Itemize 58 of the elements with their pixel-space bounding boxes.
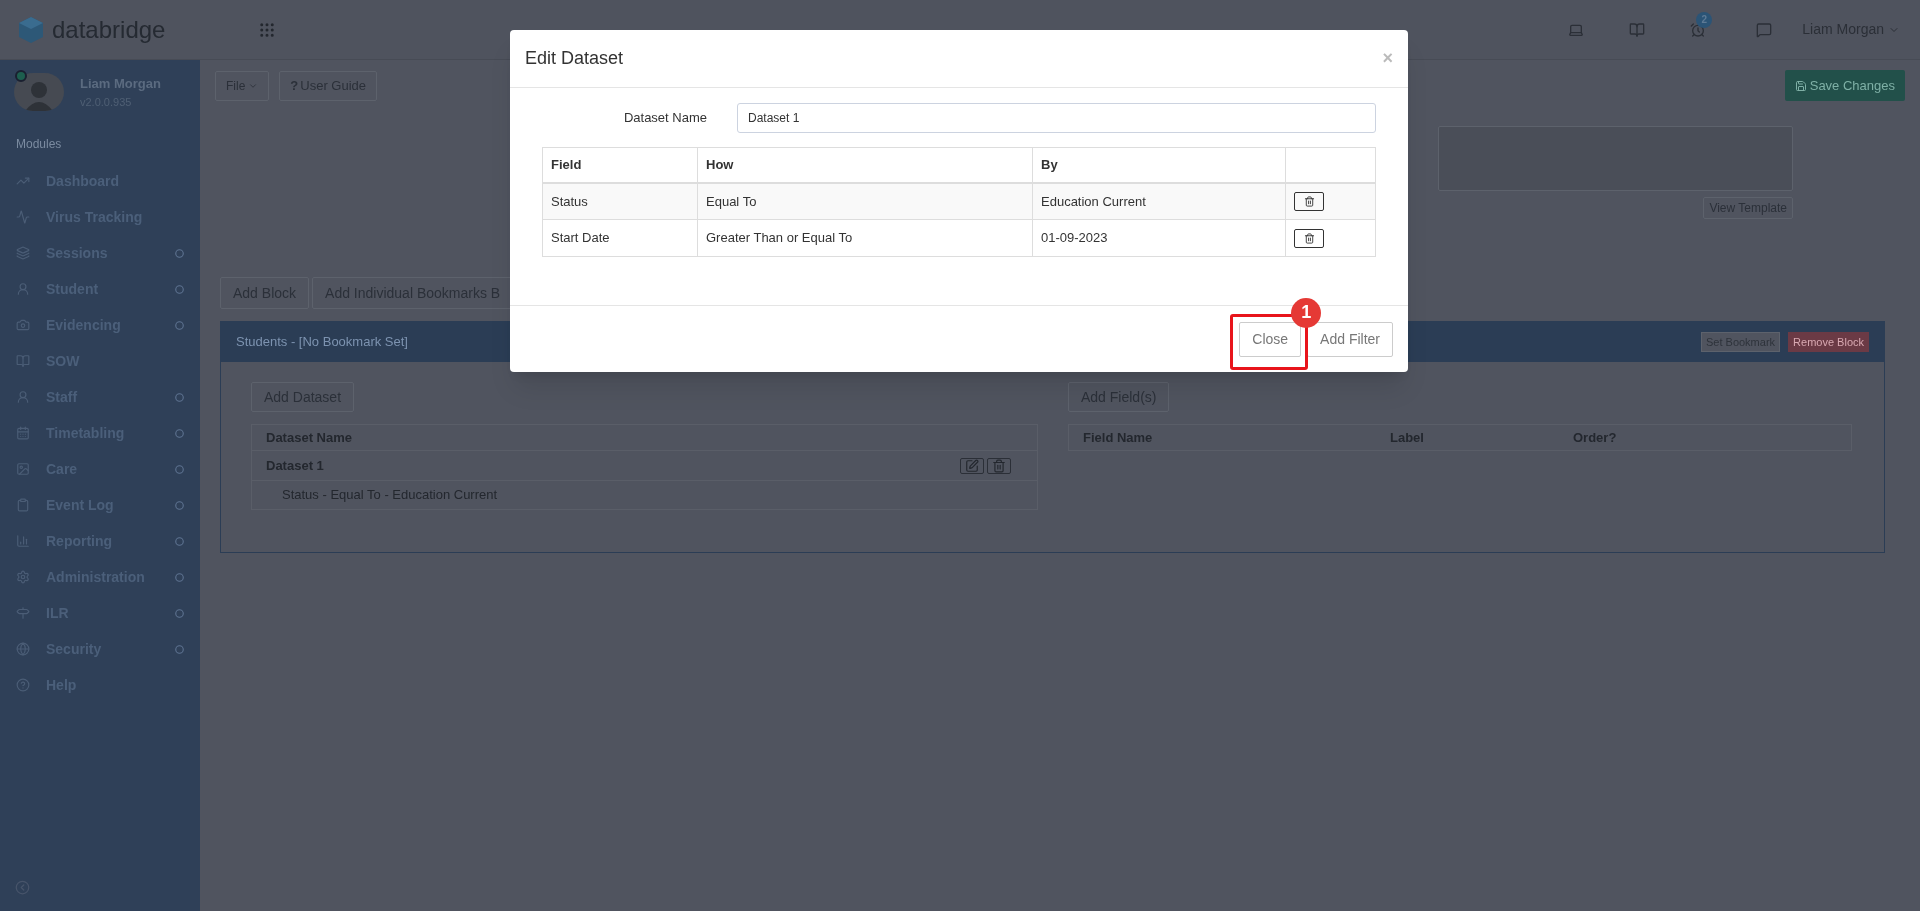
help-icon: [16, 678, 30, 692]
expand-indicator-icon: [175, 284, 184, 294]
apps-grid-icon[interactable]: [258, 20, 276, 39]
table-cell: Education Current: [1032, 182, 1286, 220]
edit-icon[interactable]: [960, 457, 984, 474]
panel-title: Students - [No Bookmark Set]: [236, 333, 408, 352]
trash-icon: [1303, 232, 1315, 244]
cube-logo-icon: [18, 15, 44, 44]
table-cell: 01-09-2023: [1032, 219, 1286, 257]
book-icon: [16, 354, 30, 368]
globe-icon: [16, 642, 30, 656]
trash-icon: [1303, 195, 1315, 207]
remove-block-button[interactable]: Remove Block: [1788, 332, 1869, 352]
table-cell: Equal To: [697, 182, 1033, 220]
expand-indicator-icon: [175, 320, 184, 330]
section-label: Modules: [15, 136, 63, 153]
expand-indicator-icon: [175, 608, 184, 618]
image-icon: [16, 462, 30, 476]
expand-indicator-icon: [175, 500, 184, 510]
expand-indicator-icon: [175, 248, 184, 258]
delete-filter-button[interactable]: [1294, 228, 1324, 248]
column-header: Field: [542, 147, 698, 183]
person-icon: [16, 390, 30, 404]
bar-chart-icon: [16, 534, 30, 548]
expand-indicator-icon: [175, 536, 184, 546]
expand-indicator-icon: [175, 644, 184, 654]
step-badge: 1: [1291, 297, 1322, 328]
table-cell: Greater Than or Equal To: [697, 219, 1033, 257]
chat-icon[interactable]: [1756, 21, 1773, 38]
calendar-icon: [16, 426, 30, 440]
collapse-sidebar-icon[interactable]: [15, 880, 30, 895]
dataset-name-input[interactable]: Dataset 1: [737, 103, 1376, 133]
table-cell: Status: [542, 182, 698, 220]
alarm-icon[interactable]: [1690, 21, 1707, 38]
close-button[interactable]: ×: [1382, 45, 1393, 72]
close-dialog-button[interactable]: Close: [1239, 321, 1302, 357]
book-icon[interactable]: [1629, 21, 1646, 38]
delete-icon[interactable]: [987, 457, 1011, 474]
table-cell: Start Date: [542, 219, 698, 257]
expand-indicator-icon: [175, 428, 184, 438]
expand-indicator-icon: [175, 392, 184, 402]
layers-icon: [16, 246, 30, 260]
dialog-title: Edit Dataset: [525, 47, 625, 70]
save-changes-button[interactable]: Save Changes: [1784, 70, 1905, 101]
person-icon: [16, 282, 30, 296]
signpost-icon: [16, 606, 30, 620]
expand-indicator-icon: [175, 572, 184, 582]
add-filter-button[interactable]: Add Filter: [1307, 321, 1393, 357]
field-label: Dataset Name: [622, 109, 708, 128]
pulse-icon: [16, 210, 30, 224]
delete-filter-button[interactable]: [1294, 191, 1324, 211]
camera-icon: [16, 318, 30, 332]
expand-indicator-icon: [175, 464, 184, 474]
column-header: How: [697, 147, 1033, 183]
settings-icon: [16, 570, 30, 584]
avatar: [14, 73, 64, 111]
clipboard-icon: [16, 498, 30, 512]
column-header: By: [1032, 147, 1286, 183]
